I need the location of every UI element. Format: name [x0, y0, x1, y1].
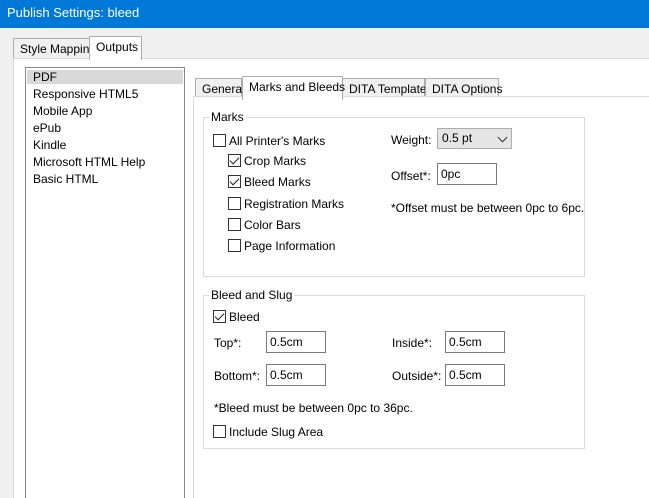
- list-item-epub[interactable]: ePub: [33, 121, 61, 135]
- list-item-kindle[interactable]: Kindle: [33, 138, 66, 152]
- window-title: Publish Settings: bleed: [7, 5, 140, 20]
- top-label: Top*:: [214, 336, 242, 350]
- crop-marks-box[interactable]: [228, 154, 241, 167]
- all-printers-marks-box[interactable]: [213, 134, 226, 147]
- output-list[interactable]: PDF Responsive HTML5 Mobile App ePub Kin…: [25, 67, 185, 498]
- list-item-mobile-app[interactable]: Mobile App: [33, 104, 92, 118]
- offset-note: *Offset must be between 0pc to 6pc.: [391, 201, 585, 215]
- tab-outputs[interactable]: Outputs: [89, 36, 142, 60]
- bleed-marks-checkbox[interactable]: Bleed Marks: [228, 174, 311, 189]
- color-bars-checkbox[interactable]: Color Bars: [228, 217, 301, 232]
- include-slug-area-checkbox[interactable]: Include Slug Area: [213, 424, 323, 439]
- marks-group-label: Marks: [209, 110, 246, 124]
- bleed-marks-box[interactable]: [228, 175, 241, 188]
- inside-input[interactable]: [445, 331, 505, 353]
- chevron-down-icon: [497, 132, 508, 143]
- list-item-pdf[interactable]: PDF: [27, 70, 183, 84]
- bleed-checkbox[interactable]: Bleed: [213, 309, 260, 324]
- title-bar: Publish Settings: bleed: [0, 0, 649, 28]
- weight-label: Weight:: [391, 133, 432, 147]
- page-information-box[interactable]: [228, 239, 241, 252]
- crop-marks-checkbox[interactable]: Crop Marks: [228, 153, 306, 168]
- inside-label: Inside*:: [392, 336, 433, 350]
- bleed-and-slug-group-label: Bleed and Slug: [209, 288, 295, 302]
- registration-marks-checkbox[interactable]: Registration Marks: [228, 196, 344, 211]
- bottom-label: Bottom*:: [214, 369, 261, 383]
- color-bars-box[interactable]: [228, 218, 241, 231]
- bleed-box[interactable]: [213, 310, 226, 323]
- outside-label: Outside*:: [392, 369, 442, 383]
- all-printers-marks-checkbox[interactable]: All Printer's Marks: [213, 133, 325, 148]
- list-item-basic-html[interactable]: Basic HTML: [33, 172, 98, 186]
- bottom-input[interactable]: [266, 364, 326, 386]
- tab-style-mapping[interactable]: Style Mapping: [13, 38, 96, 60]
- bleed-note: *Bleed must be between 0pc to 36pc.: [214, 401, 413, 415]
- weight-select[interactable]: 0.5 pt: [437, 128, 512, 149]
- registration-marks-box[interactable]: [228, 197, 241, 210]
- offset-input[interactable]: [437, 163, 497, 185]
- offset-label: Offset*:: [391, 169, 431, 183]
- page-information-checkbox[interactable]: Page Information: [228, 238, 335, 253]
- top-input[interactable]: [266, 331, 326, 353]
- list-item-responsive-html5[interactable]: Responsive HTML5: [33, 87, 138, 101]
- outside-input[interactable]: [445, 364, 505, 386]
- tab-marks-and-bleeds[interactable]: Marks and Bleeds: [242, 76, 345, 100]
- list-item-microsoft-html-help[interactable]: Microsoft HTML Help: [33, 155, 145, 169]
- include-slug-area-box[interactable]: [213, 425, 226, 438]
